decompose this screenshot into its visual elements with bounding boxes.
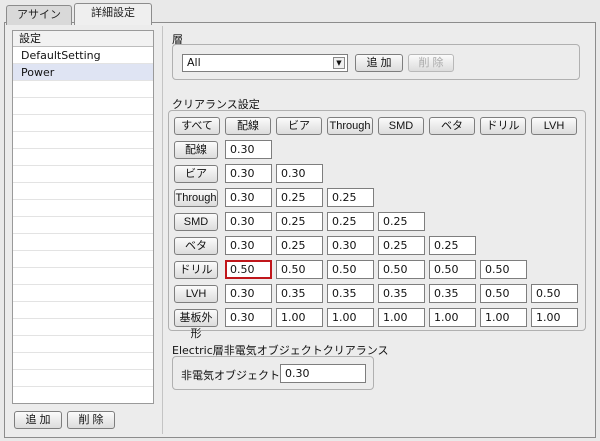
clearance-input[interactable]: 0.30	[276, 164, 323, 183]
delete-setting-button[interactable]: 削 除	[67, 411, 115, 429]
column-button[interactable]: ドリル	[480, 117, 526, 135]
row-button[interactable]: 配線	[174, 141, 218, 159]
column-button[interactable]: SMD	[378, 117, 424, 135]
clearance-input[interactable]: 0.30	[225, 140, 272, 159]
empty-list-row	[13, 98, 153, 115]
clearance-input[interactable]: 0.25	[429, 236, 476, 255]
empty-list-row	[13, 251, 153, 268]
add-layer-button[interactable]: 追 加	[355, 54, 403, 72]
empty-list-row	[13, 302, 153, 319]
clearance-input[interactable]: 1.00	[378, 308, 425, 327]
clearance-input[interactable]: 0.25	[378, 236, 425, 255]
clearance-input[interactable]: 0.25	[378, 212, 425, 231]
clearance-input[interactable]: 0.50	[480, 284, 527, 303]
clearance-input[interactable]: 0.35	[276, 284, 323, 303]
empty-list-row	[13, 200, 153, 217]
clearance-input[interactable]: 0.25	[276, 188, 323, 207]
clearance-input[interactable]: 0.50	[327, 260, 374, 279]
column-button[interactable]: LVH	[531, 117, 577, 135]
clearance-input[interactable]: 0.35	[429, 284, 476, 303]
clearance-input[interactable]: 1.00	[327, 308, 374, 327]
tab-assign[interactable]: アサイン	[6, 5, 72, 25]
clearance-input[interactable]: 0.50	[429, 260, 476, 279]
row-button[interactable]: Through	[174, 189, 218, 207]
list-item[interactable]: DefaultSetting	[13, 47, 153, 64]
empty-list-row	[13, 217, 153, 234]
empty-list-row	[13, 370, 153, 387]
column-button[interactable]: 配線	[225, 117, 271, 135]
row-button[interactable]: 基板外形	[174, 309, 218, 340]
empty-list-row	[13, 81, 153, 98]
row-button[interactable]: SMD	[174, 213, 218, 231]
empty-list-row	[13, 319, 153, 336]
clearance-input[interactable]: 0.30	[327, 236, 374, 255]
column-button[interactable]: すべて	[174, 117, 220, 135]
layer-select-value: All	[187, 56, 201, 69]
empty-list-row	[13, 336, 153, 353]
row-button[interactable]: ビア	[174, 165, 218, 183]
list-header: 設定	[13, 31, 153, 47]
clearance-input[interactable]: 0.50	[225, 260, 272, 279]
clearance-input[interactable]: 0.25	[327, 188, 374, 207]
clearance-input[interactable]: 1.00	[480, 308, 527, 327]
clearance-input[interactable]: 0.25	[276, 236, 323, 255]
empty-list-row	[13, 132, 153, 149]
empty-list-row	[13, 285, 153, 302]
row-button[interactable]: ベタ	[174, 237, 218, 255]
clearance-input[interactable]: 0.35	[378, 284, 425, 303]
clearance-input[interactable]: 0.50	[378, 260, 425, 279]
tab-advanced-settings[interactable]: 詳細設定	[74, 3, 152, 25]
clearance-input[interactable]: 0.35	[327, 284, 374, 303]
add-setting-button[interactable]: 追 加	[14, 411, 62, 429]
clearance-input[interactable]: 1.00	[429, 308, 476, 327]
column-button[interactable]: ビア	[276, 117, 322, 135]
clearance-input[interactable]: 0.50	[276, 260, 323, 279]
settings-list: 設定 DefaultSetting Power	[12, 30, 154, 404]
clearance-input[interactable]: 0.30	[225, 188, 272, 207]
clearance-input[interactable]: 0.25	[327, 212, 374, 231]
clearance-input[interactable]: 0.50	[531, 284, 578, 303]
non-electric-object-label: 非電気オブジェクト	[181, 369, 280, 382]
list-item[interactable]: Power	[13, 64, 153, 81]
chevron-down-icon[interactable]: ▼	[333, 57, 345, 69]
row-button[interactable]: ドリル	[174, 261, 218, 279]
clearance-input[interactable]: 0.50	[480, 260, 527, 279]
column-button[interactable]: ベタ	[429, 117, 475, 135]
clearance-input[interactable]: 1.00	[276, 308, 323, 327]
divider	[162, 26, 163, 434]
empty-list-row	[13, 149, 153, 166]
empty-list-row	[13, 268, 153, 285]
empty-list-row	[13, 115, 153, 132]
clearance-input[interactable]: 0.30	[225, 212, 272, 231]
row-button[interactable]: LVH	[174, 285, 218, 303]
layer-select[interactable]: All ▼	[182, 54, 348, 72]
clearance-input[interactable]: 0.30	[225, 164, 272, 183]
column-button[interactable]: Through	[327, 117, 373, 135]
clearance-input[interactable]: 0.30	[225, 236, 272, 255]
empty-list-row	[13, 353, 153, 370]
clearance-input[interactable]: 1.00	[531, 308, 578, 327]
clearance-input[interactable]: 0.30	[225, 308, 272, 327]
empty-list-row	[13, 166, 153, 183]
empty-list-row	[13, 183, 153, 200]
clearance-input[interactable]: 0.25	[276, 212, 323, 231]
non-electric-clearance-input[interactable]: 0.30	[280, 364, 366, 383]
empty-list-row	[13, 234, 153, 251]
clearance-input[interactable]: 0.30	[225, 284, 272, 303]
delete-layer-button[interactable]: 削 除	[408, 54, 454, 72]
